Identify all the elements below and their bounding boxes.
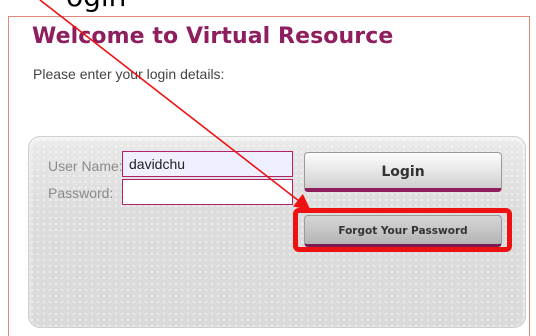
username-label: User Name: [48, 158, 123, 174]
page-title: Welcome to Virtual Resource [32, 24, 394, 49]
annotation-highlight-box [293, 208, 512, 252]
username-input[interactable] [122, 151, 293, 177]
cropped-caption-text: ogin [0, 0, 536, 16]
login-button[interactable]: Login [304, 152, 502, 192]
password-label: Password: [48, 185, 114, 201]
page-subtitle: Please enter your login details: [33, 66, 225, 82]
caption-text: ogin [66, 0, 126, 13]
password-input[interactable] [122, 179, 293, 205]
